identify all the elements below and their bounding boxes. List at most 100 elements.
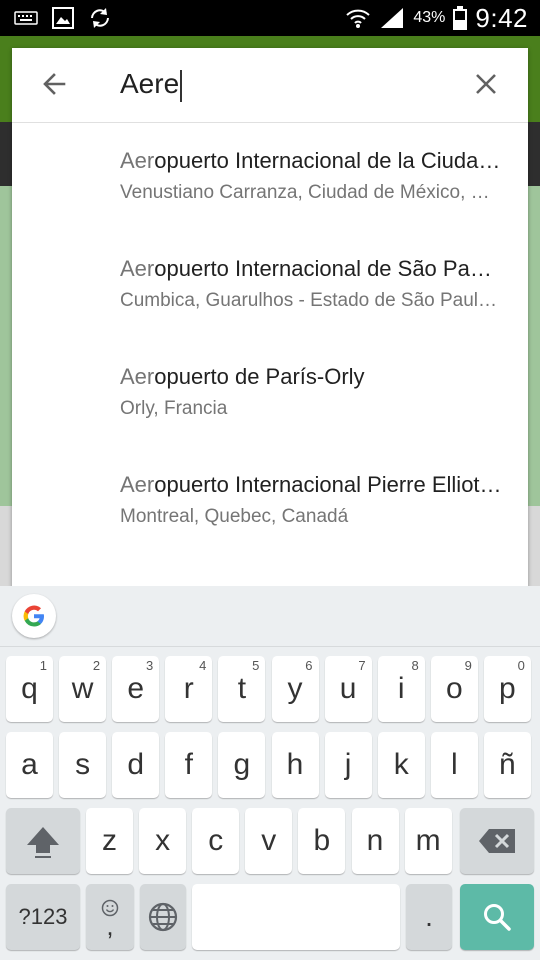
key-c[interactable]: c	[192, 808, 240, 874]
period-key[interactable]: .	[406, 884, 452, 950]
key-l[interactable]: l	[430, 732, 478, 798]
key-t[interactable]: t5	[218, 656, 266, 722]
key-label: u	[339, 672, 357, 705]
key-label: m	[415, 824, 441, 857]
key-m[interactable]: m	[404, 808, 452, 874]
clear-button[interactable]	[468, 66, 504, 102]
arrow-left-icon	[43, 73, 66, 95]
key-hint: 9	[464, 658, 472, 673]
search-input[interactable]: Aere	[120, 64, 460, 104]
key-b[interactable]: b	[298, 808, 346, 874]
key-hint: 7	[358, 658, 366, 673]
search-key[interactable]	[460, 884, 534, 950]
key-u[interactable]: u7	[324, 656, 372, 722]
key-label: d	[127, 748, 145, 781]
key-label: t	[237, 672, 247, 705]
key-hint: 0	[517, 658, 525, 673]
result-title-match: Aer	[120, 472, 155, 497]
key-label: i	[397, 672, 405, 705]
result-title-match: Aer	[120, 148, 155, 173]
key-label: k	[393, 748, 409, 781]
key-i[interactable]: i8	[377, 656, 425, 722]
key-label: s	[75, 748, 91, 781]
result-subtitle: Venustiano Carranza, Ciudad de México, M…	[120, 182, 504, 203]
backspace-icon	[479, 829, 515, 853]
key-w[interactable]: w2	[59, 656, 107, 722]
space-key[interactable]	[192, 884, 400, 950]
key-f[interactable]: f	[165, 732, 213, 798]
key-k[interactable]: k	[377, 732, 425, 798]
comma-key-label: ,	[106, 911, 114, 941]
key-a[interactable]: a	[6, 732, 53, 798]
key-label: c	[208, 824, 224, 857]
key-hint: 6	[305, 658, 313, 673]
shift-arrow-icon	[27, 827, 59, 858]
key-label: o	[445, 672, 463, 705]
result-title-rest: opuerto de París-Orly	[154, 364, 365, 389]
wifi-icon	[346, 9, 371, 28]
result-title: Aeropuerto Internacional Pierre Elliott …	[120, 472, 504, 498]
result-title-rest: opuerto Internacional de São Paulo-Guaru…	[154, 256, 504, 281]
key-label: v	[261, 824, 277, 857]
key-label: g	[233, 748, 251, 781]
signal-icon	[381, 8, 404, 28]
key-hint: 1	[39, 658, 47, 673]
key-ñ[interactable]: ñ	[483, 732, 531, 798]
key-hint: 3	[145, 658, 154, 673]
shift-key[interactable]	[6, 808, 80, 874]
google-button[interactable]	[12, 594, 56, 638]
sync-icon	[91, 8, 109, 28]
key-g[interactable]: g	[218, 732, 266, 798]
text-caret	[180, 69, 183, 102]
symbols-key[interactable]: ?123	[6, 884, 80, 950]
key-s[interactable]: s	[59, 732, 107, 798]
result-title-match: Aer	[120, 256, 155, 281]
key-label: q	[21, 672, 38, 705]
result-item[interactable]: Aeropuerto Internacional de São Paulo-Gu…	[12, 230, 528, 338]
backspace-key[interactable]	[460, 808, 534, 874]
key-x[interactable]: x	[139, 808, 187, 874]
key-z[interactable]: z	[86, 808, 133, 874]
back-button[interactable]	[36, 66, 72, 102]
result-item[interactable]: Aeropuerto Internacional de la Ciudad de…	[12, 122, 528, 230]
result-title-rest: opuerto Internacional Pierre Elliott Tru…	[154, 472, 504, 497]
result-item[interactable]: Aeropuerto de París-Orly Orly, Francia	[12, 338, 528, 446]
result-subtitle: Orly, Francia	[120, 398, 228, 419]
result-item[interactable]: Aeropuerto Internacional Pierre Elliott …	[12, 446, 528, 554]
key-h[interactable]: h	[271, 732, 319, 798]
key-y[interactable]: y6	[271, 656, 319, 722]
key-hint: 4	[199, 658, 207, 673]
language-key[interactable]	[140, 884, 186, 950]
key-q[interactable]: q1	[6, 656, 53, 722]
result-title: Aeropuerto Internacional de la Ciudad de…	[120, 148, 504, 174]
key-label: j	[344, 748, 352, 781]
key-n[interactable]: n	[351, 808, 399, 874]
key-j[interactable]: j	[324, 732, 372, 798]
key-hint: 5	[252, 658, 260, 673]
image-icon	[52, 7, 74, 29]
key-e[interactable]: e3	[112, 656, 160, 722]
key-d[interactable]: d	[112, 732, 160, 798]
key-v[interactable]: v	[245, 808, 293, 874]
key-o[interactable]: o9	[430, 656, 478, 722]
status-bar: 43% 9:42	[0, 0, 540, 36]
search-bar: Aere	[12, 48, 528, 123]
key-hint: 2	[92, 658, 101, 673]
google-g-icon	[23, 605, 44, 627]
result-title-rest: opuerto Internacional de la Ciudad de Mé…	[154, 148, 504, 173]
result-title-match: Aer	[120, 364, 155, 389]
key-label: l	[450, 748, 458, 781]
globe-icon	[148, 902, 178, 932]
battery-percent: 43%	[413, 9, 446, 26]
key-label: w	[71, 672, 94, 705]
key-label: x	[155, 824, 171, 857]
results-list: Aeropuerto Internacional de la Ciudad de…	[12, 122, 528, 554]
comma-key[interactable]: ,	[86, 884, 134, 950]
key-label: a	[21, 748, 38, 781]
battery-icon	[453, 6, 468, 30]
result-title: Aeropuerto Internacional de São Paulo-Gu…	[120, 256, 504, 282]
key-p[interactable]: p0	[483, 656, 531, 722]
key-r[interactable]: r4	[165, 656, 213, 722]
key-label: p	[499, 672, 516, 705]
symbols-key-label: ?123	[18, 904, 68, 929]
